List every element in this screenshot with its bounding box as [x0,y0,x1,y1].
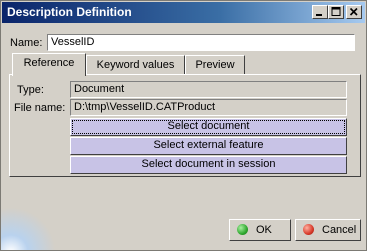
close-button[interactable] [346,5,362,19]
close-icon [349,7,358,16]
type-label: Type: [17,84,44,96]
cancel-label: Cancel [322,224,357,236]
decorative-glow [1,206,61,250]
ok-button[interactable]: OK [229,219,291,241]
minimize-button[interactable] [312,5,328,19]
ok-icon [237,224,248,235]
dialog-window: Description Definition Name: VesselID Re… [0,0,367,251]
type-field: Document [70,81,347,98]
tab-preview[interactable]: Preview [185,55,245,75]
cancel-icon [303,224,314,235]
tab-keyword-values[interactable]: Keyword values [86,55,185,75]
maximize-button[interactable] [328,5,344,19]
name-input[interactable]: VesselID [47,34,355,51]
cancel-button[interactable]: Cancel [295,219,361,241]
minimize-icon [316,14,322,16]
select-document-button[interactable]: Select document [70,118,347,136]
ok-label: OK [256,224,272,236]
tab-reference[interactable]: Reference [12,53,86,76]
window-title: Description Definition [7,5,132,19]
file-name-field: D:\tmp\VesselID.CATProduct [70,99,347,116]
name-label: Name: [10,37,43,49]
file-name-label: File name: [14,102,66,114]
title-bar[interactable]: Description Definition [2,2,365,23]
select-document-in-session-button[interactable]: Select document in session [70,156,347,174]
select-external-feature-button[interactable]: Select external feature [70,137,347,155]
maximize-icon [331,7,341,16]
